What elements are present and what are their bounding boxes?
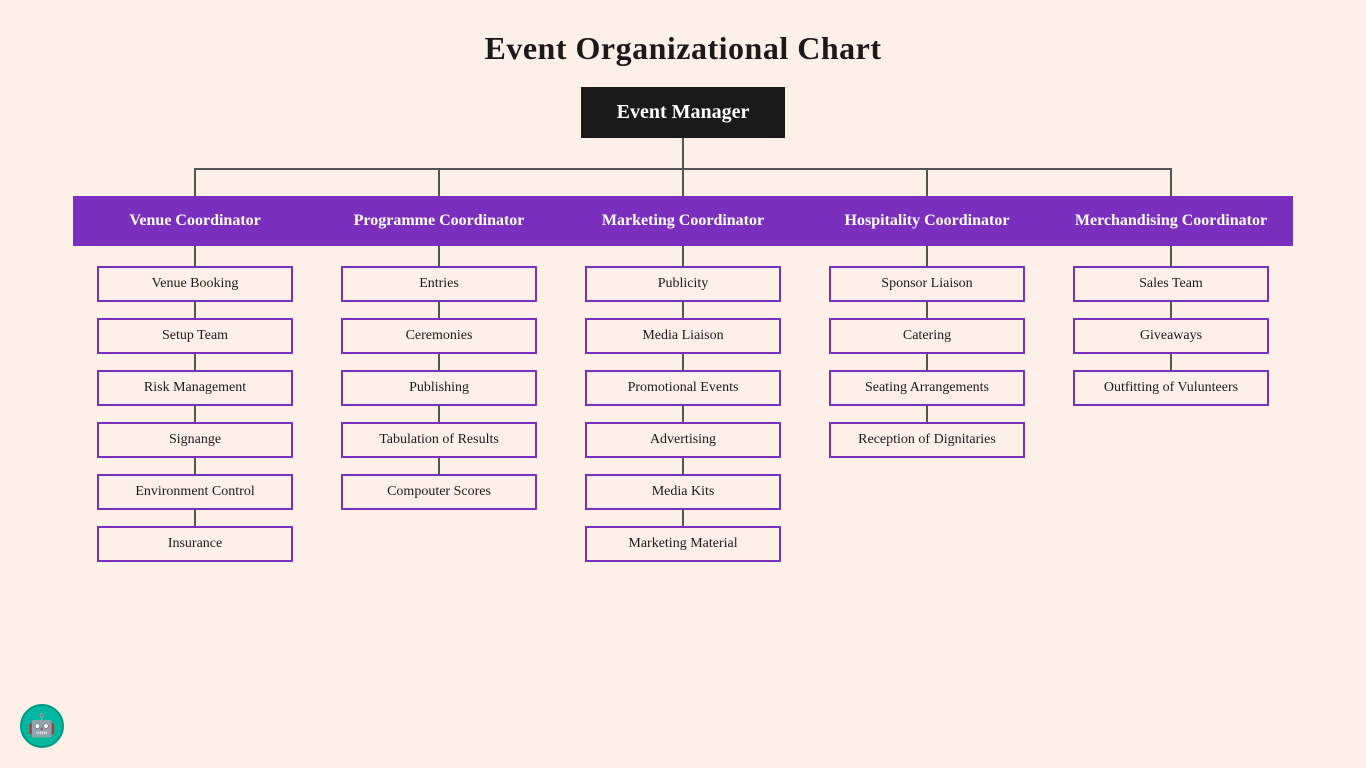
- child-connector-0-0: [194, 302, 196, 318]
- child-connector-4-0: [1170, 302, 1172, 318]
- col-body-connector-0: [194, 246, 196, 266]
- child-connector-3-1: [926, 354, 928, 370]
- child-node-2-3: Advertising: [585, 422, 780, 458]
- child-node-2-0: Publicity: [585, 266, 780, 302]
- child-connector-0-4: [194, 510, 196, 526]
- col-top-connector-0: [194, 168, 196, 196]
- robot-icon[interactable]: 🤖: [20, 704, 64, 748]
- child-connector-4-1: [1170, 354, 1172, 370]
- child-connector-0-3: [194, 458, 196, 474]
- col-header-1: Programme Coordinator: [317, 196, 561, 246]
- level1-columns: Venue Coordinator Venue Booking Setup Team…: [73, 168, 1293, 562]
- child-list-0: Venue Booking Setup Team Risk Management Si…: [73, 266, 317, 562]
- child-node-1-3: Tabulation of Results: [341, 422, 536, 458]
- child-list-2: Publicity Media Liaison Promotional Events…: [561, 266, 805, 562]
- child-connector-2-1: [682, 354, 684, 370]
- child-connector-2-3: [682, 458, 684, 474]
- child-node-1-1: Ceremonies: [341, 318, 536, 354]
- child-node-1-2: Publishing: [341, 370, 536, 406]
- col-top-connector-3: [926, 168, 928, 196]
- child-connector-2-2: [682, 406, 684, 422]
- child-node-4-0: Sales Team: [1073, 266, 1268, 302]
- child-node-0-2: Risk Management: [97, 370, 292, 406]
- child-connector-1-2: [438, 406, 440, 422]
- child-node-3-2: Seating Arrangements: [829, 370, 1024, 406]
- child-node-3-0: Sponsor Liaison: [829, 266, 1024, 302]
- col-top-connector-2: [682, 168, 684, 196]
- col-body-connector-3: [926, 246, 928, 266]
- child-connector-2-0: [682, 302, 684, 318]
- child-connector-2-4: [682, 510, 684, 526]
- child-list-4: Sales Team Giveaways Outfitting of Vulunte…: [1049, 266, 1293, 406]
- col-body-connector-1: [438, 246, 440, 266]
- root-connector: [682, 138, 684, 168]
- child-node-2-4: Media Kits: [585, 474, 780, 510]
- child-node-4-2: Outfitting of Vulunteers: [1073, 370, 1268, 406]
- child-connector-0-1: [194, 354, 196, 370]
- child-node-0-1: Setup Team: [97, 318, 292, 354]
- child-node-4-1: Giveaways: [1073, 318, 1268, 354]
- child-list-1: Entries Ceremonies Publishing Tabulation of…: [317, 266, 561, 510]
- child-connector-3-2: [926, 406, 928, 422]
- col-body-connector-4: [1170, 246, 1172, 266]
- col-top-connector-4: [1170, 168, 1172, 196]
- child-node-3-1: Catering: [829, 318, 1024, 354]
- page-title: Event Organizational Chart: [485, 0, 882, 87]
- root-node: Event Manager: [581, 87, 786, 138]
- child-node-2-2: Promotional Events: [585, 370, 780, 406]
- child-node-2-5: Marketing Material: [585, 526, 780, 562]
- child-node-0-5: Insurance: [97, 526, 292, 562]
- child-connector-1-1: [438, 354, 440, 370]
- child-node-0-0: Venue Booking: [97, 266, 292, 302]
- col-top-connector-1: [438, 168, 440, 196]
- col-header-4: Merchandising Coordinator: [1049, 196, 1293, 246]
- column-4: Merchandising Coordinator Sales Team Givea…: [1049, 168, 1293, 562]
- child-node-1-4: Compouter Scores: [341, 474, 536, 510]
- col-header-3: Hospitality Coordinator: [805, 196, 1049, 246]
- child-connector-3-0: [926, 302, 928, 318]
- child-list-3: Sponsor Liaison Catering Seating Arrangeme…: [805, 266, 1049, 458]
- column-0: Venue Coordinator Venue Booking Setup Team…: [73, 168, 317, 562]
- child-connector-1-3: [438, 458, 440, 474]
- col-header-0: Venue Coordinator: [73, 196, 317, 246]
- column-3: Hospitality Coordinator Sponsor Liaison Ca…: [805, 168, 1049, 562]
- column-1: Programme Coordinator Entries Ceremonies Pu…: [317, 168, 561, 562]
- child-node-0-4: Environment Control: [97, 474, 292, 510]
- child-connector-0-2: [194, 406, 196, 422]
- child-node-1-0: Entries: [341, 266, 536, 302]
- child-node-3-3: Reception of Dignitaries: [829, 422, 1024, 458]
- chart-container: Event Organizational Chart Event Manager…: [0, 0, 1366, 562]
- child-node-0-3: Signange: [97, 422, 292, 458]
- column-2: Marketing Coordinator Publicity Media Liai…: [561, 168, 805, 562]
- child-connector-1-0: [438, 302, 440, 318]
- col-header-2: Marketing Coordinator: [561, 196, 805, 246]
- col-body-connector-2: [682, 246, 684, 266]
- child-node-2-1: Media Liaison: [585, 318, 780, 354]
